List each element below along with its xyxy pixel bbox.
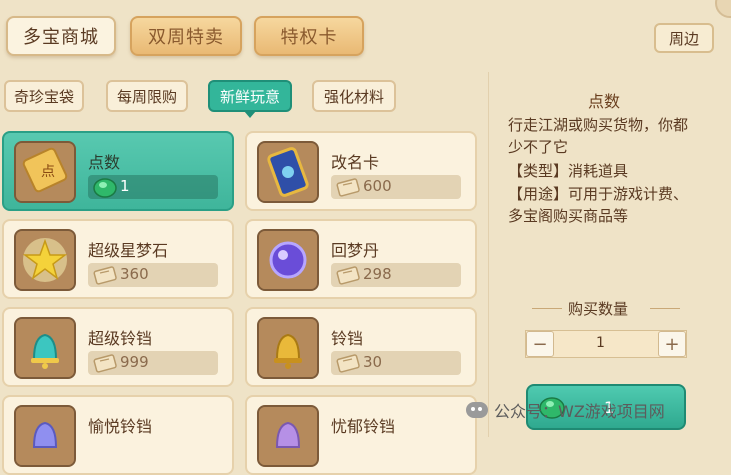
subtab-label: 新鲜玩意 (219, 87, 280, 106)
tab-duobao-mall[interactable]: 多宝商城 (6, 16, 116, 56)
subtab-label: 强化材料 (323, 87, 384, 106)
watermark-text: 公众号：WZ游戏项目网 (494, 402, 665, 421)
price-bar: 360 (88, 263, 218, 287)
detail-description-line: 行走江湖或购买货物，你都 (508, 116, 689, 134)
ticket-icon (93, 266, 117, 285)
price-bar: 1 (88, 175, 218, 199)
gloom-bell-icon (257, 405, 319, 467)
subtab-novelties[interactable]: 新鲜玩意 (208, 80, 292, 118)
tab-label: 特权卡 (280, 27, 338, 48)
price-value: 999 (120, 353, 149, 371)
bell-icon (257, 317, 319, 379)
tab-biweekly-sale[interactable]: 双周特卖 (130, 16, 242, 56)
quantity-value[interactable]: 1 (596, 335, 605, 351)
quantity-title: 购买数量 (568, 300, 629, 318)
detail-title: 点数 (588, 92, 621, 111)
subtab-weekly-limit[interactable]: 每周限购 (106, 80, 188, 112)
ticket-icon (336, 354, 360, 373)
item-card-star-dream-stone[interactable]: 超级星梦石 360 (2, 219, 234, 299)
price-value: 298 (363, 265, 392, 283)
item-name: 超级铃铛 (88, 329, 153, 348)
price-bar: 298 (331, 263, 461, 287)
detail-description-line: 少不了它 (508, 138, 569, 156)
detail-type-line: 【类型】消耗道具 (508, 162, 629, 180)
price-bar: 600 (331, 175, 461, 199)
ticket-icon (336, 266, 360, 285)
item-name: 回梦丹 (331, 241, 380, 260)
minus-icon: − (532, 333, 548, 355)
dream-pill-icon (257, 229, 319, 291)
price-value: 30 (363, 353, 383, 371)
price-bar: 30 (331, 351, 461, 375)
item-name: 点数 (88, 153, 121, 172)
decrease-button[interactable]: − (526, 331, 554, 357)
nearby-label: 周边 (668, 29, 699, 48)
rename-card-icon (257, 141, 319, 203)
watermark: 公众号：WZ游戏项目网 (466, 398, 665, 422)
plus-icon: + (664, 333, 680, 355)
corner-decoration (715, 0, 731, 18)
item-name: 改名卡 (331, 153, 380, 172)
subtab-enhance-materials[interactable]: 强化材料 (312, 80, 396, 112)
price-value: 1 (120, 177, 130, 195)
quantity-title-deco-left (532, 308, 562, 309)
super-bell-icon (14, 317, 76, 379)
wechat-icon (466, 402, 488, 418)
quantity-title-deco-right (650, 308, 680, 309)
quantity-stepper[interactable]: − 1 + (525, 330, 687, 358)
item-card-gloom-bell[interactable]: 忧郁铃铛 (245, 395, 477, 475)
price-bar: 999 (88, 351, 218, 375)
item-name: 忧郁铃铛 (331, 417, 396, 436)
detail-usage-line: 【用途】可用于游戏计费、 (508, 185, 689, 203)
tab-label: 双周特卖 (148, 27, 224, 48)
tab-label: 多宝商城 (23, 27, 99, 48)
svg-text:点: 点 (41, 164, 55, 180)
panel-divider (488, 72, 489, 437)
ticket-icon (93, 354, 117, 373)
points-token-icon: 点 (14, 141, 76, 203)
joy-bell-icon (14, 405, 76, 467)
item-name: 超级星梦石 (88, 241, 169, 260)
item-card-bell[interactable]: 铃铛 30 (245, 307, 477, 387)
price-value: 360 (120, 265, 149, 283)
item-name: 愉悦铃铛 (88, 417, 153, 436)
subtab-treasure-bag[interactable]: 奇珍宝袋 (4, 80, 84, 112)
item-card-dream-pill[interactable]: 回梦丹 298 (245, 219, 477, 299)
item-card-joy-bell[interactable]: 愉悦铃铛 (2, 395, 234, 475)
tab-privilege-card[interactable]: 特权卡 (254, 16, 364, 56)
subtab-label: 每周限购 (116, 87, 177, 106)
jade-icon (93, 178, 117, 198)
item-card-super-bell[interactable]: 超级铃铛 999 (2, 307, 234, 387)
nearby-button[interactable]: 周边 (654, 23, 714, 53)
increase-button[interactable]: + (658, 331, 686, 357)
subtab-label: 奇珍宝袋 (13, 87, 74, 106)
ticket-icon (336, 178, 360, 197)
item-card-points[interactable]: 点 点数 1 (2, 131, 234, 211)
item-card-rename[interactable]: 改名卡 600 (245, 131, 477, 211)
star-dream-stone-icon (14, 229, 76, 291)
item-name: 铃铛 (331, 329, 364, 348)
price-value: 600 (363, 177, 392, 195)
detail-usage-line: 多宝阁购买商品等 (508, 207, 629, 225)
